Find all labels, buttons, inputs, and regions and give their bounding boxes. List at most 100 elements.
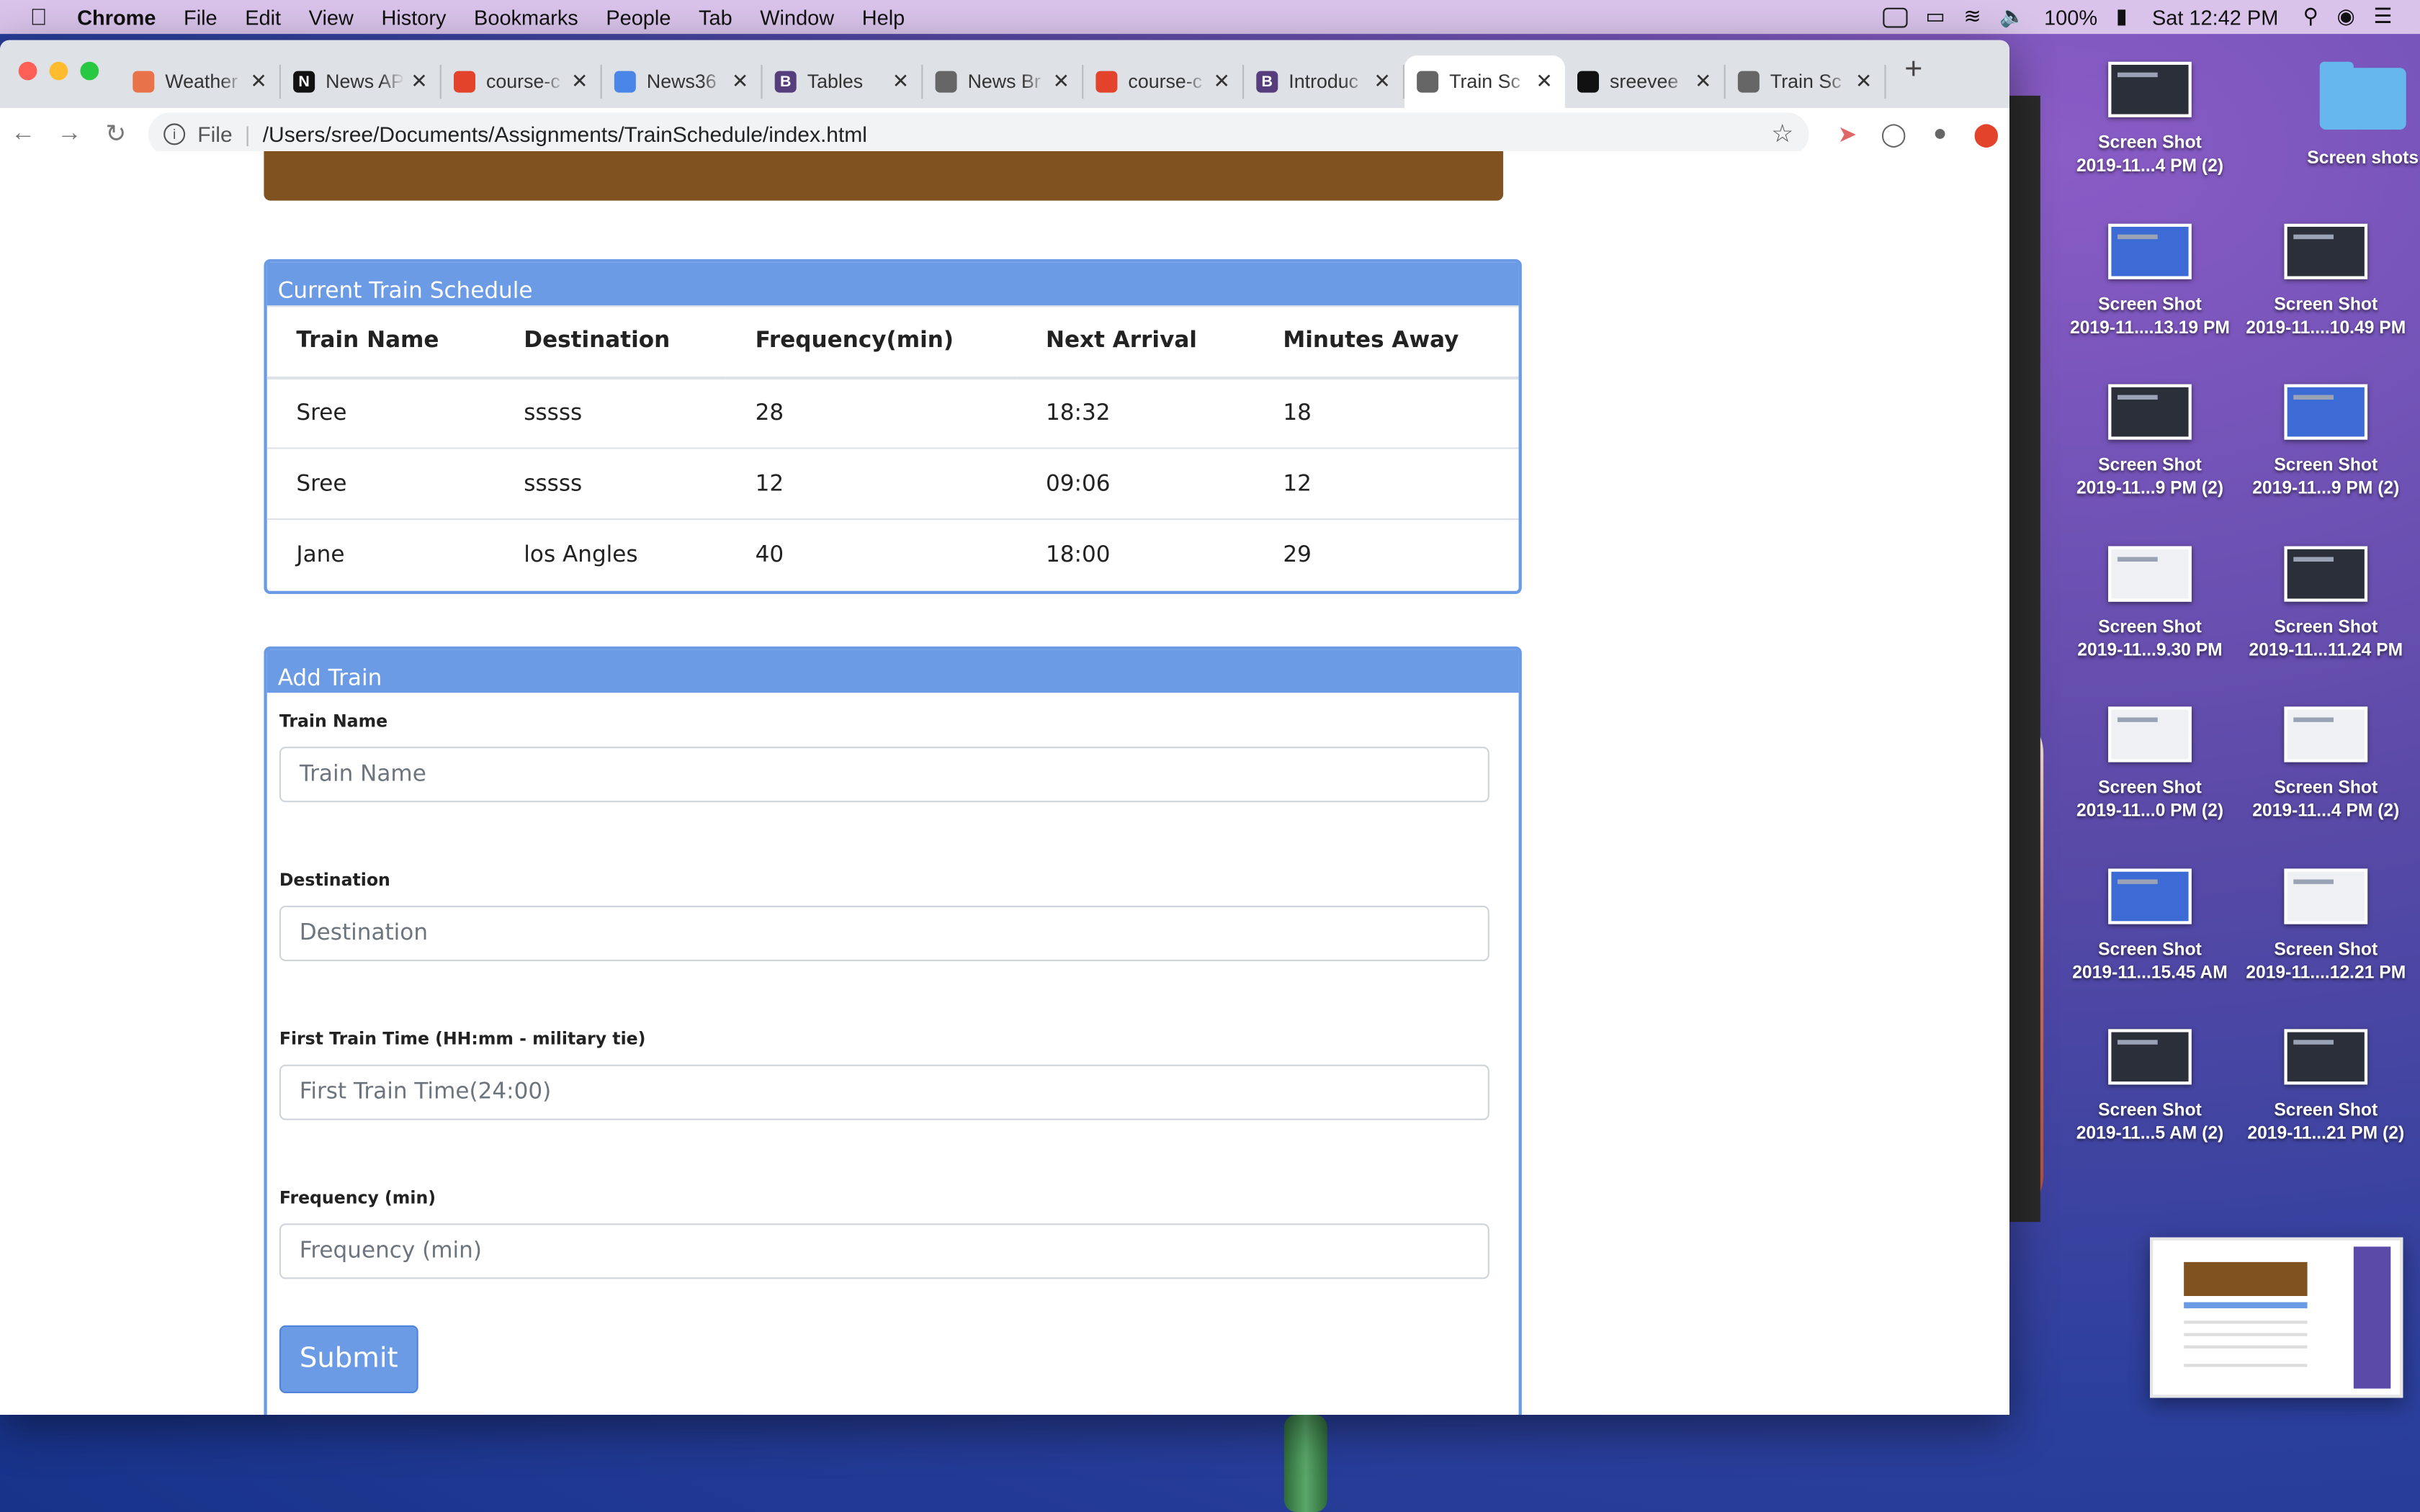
menu-window[interactable]: Window [746, 6, 848, 29]
menu-app-name[interactable]: Chrome [77, 6, 170, 29]
menu-bookmarks[interactable]: Bookmarks [460, 6, 592, 29]
browser-tab[interactable]: News Br ✕ [923, 65, 1084, 99]
close-tab-icon[interactable]: ✕ [411, 69, 427, 94]
chrome-icon [614, 71, 636, 93]
clock[interactable]: Sat 12:42 PM [2137, 6, 2294, 29]
desktop-file-icon[interactable]: Screen Shot 2019-11...9 PM (2) [2238, 384, 2414, 502]
menu-tab[interactable]: Tab [685, 6, 746, 29]
n-logo-icon: N [293, 71, 315, 93]
url-scheme: File [197, 121, 233, 146]
siri-icon[interactable]: ◉ [2328, 4, 2365, 29]
desktop-file-icon[interactable]: Screen Shot 2019-11....10.49 PM [2238, 222, 2414, 341]
update-icon[interactable]: ⬤ [1963, 120, 2009, 147]
desktop-file-icon[interactable]: Screen Shot 2019-11...4 PM (2) [2238, 706, 2414, 824]
screen-record-icon[interactable] [1882, 6, 1907, 27]
extension-share-icon[interactable]: ➤ [1824, 120, 1870, 147]
browser-tab[interactable]: News36 ✕ [602, 65, 763, 99]
battery-icon[interactable]: ▮ [2107, 4, 2137, 29]
minimize-window-button[interactable] [49, 61, 68, 81]
browser-tab[interactable]: sreevee ✕ [1565, 65, 1726, 99]
screenshot-preview-thumbnail[interactable] [2150, 1237, 2403, 1398]
desktop-file-icon[interactable]: Screen Shot 2019-11...0 PM (2) [2062, 706, 2238, 824]
desktop-file-icon[interactable]: Screen Shot 2019-11...9.30 PM [2062, 545, 2238, 663]
cell-next-arrival: 18:32 [1045, 400, 1111, 426]
extension-reader-icon[interactable]: ◯ [1870, 120, 1917, 147]
desktop-file-icon[interactable]: Screen Shot 2019-11...21 PM (2) [2238, 1029, 2414, 1146]
back-icon[interactable]: ← [0, 120, 46, 148]
col-train-name: Train Name [266, 305, 495, 379]
profile-icon[interactable]: ● [1917, 120, 1963, 146]
close-tab-icon[interactable]: ✕ [732, 69, 748, 94]
close-tab-icon[interactable]: ✕ [1213, 69, 1229, 94]
tab-title: News36 [646, 71, 717, 93]
zoom-window-button[interactable] [80, 61, 99, 81]
cell-frequency: 12 [725, 447, 1017, 520]
browser-tab[interactable]: Weather ✕ [120, 65, 281, 99]
url-text[interactable]: /Users/sree/Documents/Assignments/TrainS… [263, 121, 867, 145]
bookmark-star-icon[interactable]: ☆ [1771, 118, 1793, 149]
menu-people[interactable]: People [592, 6, 685, 29]
spotlight-icon[interactable]: ⚲ [2294, 4, 2328, 29]
forward-icon[interactable]: → [46, 120, 92, 148]
close-tab-icon[interactable]: ✕ [571, 69, 588, 94]
desktop-file-icon[interactable]: Screen Shot 2019-11...5 AM (2) [2062, 1029, 2238, 1146]
submit-button[interactable]: Submit [279, 1324, 418, 1392]
image-thumbnail-icon [2108, 61, 2192, 117]
cell-destination: sssss [524, 400, 583, 426]
browser-tab[interactable]: B Tables ✕ [763, 65, 923, 99]
close-tab-icon[interactable]: ✕ [892, 69, 909, 94]
file-name-line2: 2019-11...4 PM (2) [2076, 157, 2224, 176]
desktop-file-icon[interactable]: Screen Shot 2019-11...15.45 AM [2062, 868, 2238, 985]
menu-edit[interactable]: Edit [231, 6, 295, 29]
browser-tab[interactable]: N News AP ✕ [281, 65, 442, 99]
file-name-line2: 2019-11...4 PM (2) [2252, 802, 2400, 821]
close-tab-icon[interactable]: ✕ [1053, 69, 1070, 94]
wifi-icon[interactable]: ≋ [1955, 4, 1991, 29]
close-tab-icon[interactable]: ✕ [1855, 69, 1872, 94]
new-tab-button[interactable]: + [1904, 52, 1922, 87]
preview-table [2184, 1302, 2308, 1309]
menu-view[interactable]: View [295, 6, 367, 29]
tab-title: course-c [486, 71, 560, 93]
cell-next-arrival: 18:00 [1016, 518, 1254, 590]
browser-tab[interactable]: course-c ✕ [1083, 65, 1245, 99]
frequency-input[interactable] [279, 1223, 1489, 1279]
menu-file[interactable]: File [170, 6, 231, 29]
desktop-file-icon[interactable]: Screen Shot 2019-11...9 PM (2) [2062, 384, 2238, 502]
preview-line [2184, 1333, 2308, 1336]
volume-icon[interactable]: 🔈 [1990, 4, 2035, 29]
preview-line [2184, 1345, 2308, 1349]
reload-icon[interactable]: ↻ [93, 118, 139, 149]
desktop-file-icon[interactable]: Screen Shot 2019-11...11.24 PM [2238, 545, 2414, 663]
desktop-file-icon[interactable]: Screen Shot 2019-11...4 PM (2) [2062, 61, 2238, 179]
image-thumbnail-icon [2284, 868, 2368, 924]
info-icon[interactable]: i [163, 122, 186, 145]
browser-tab[interactable]: course-c ✕ [442, 65, 602, 99]
destination-input[interactable] [279, 905, 1489, 961]
close-tab-icon[interactable]: ✕ [1373, 69, 1390, 94]
browser-tab[interactable]: Train Sc ✕ [1726, 65, 1886, 99]
address-bar[interactable]: i File | /Users/sree/Documents/Assignmen… [148, 112, 1809, 156]
menu-help[interactable]: Help [848, 6, 918, 29]
apple-icon[interactable]:  [0, 4, 77, 30]
file-name-line1: Screen Shot [2098, 295, 2202, 315]
file-name-line2: 2019-11....13.19 PM [2070, 318, 2230, 338]
close-window-button[interactable] [18, 61, 37, 81]
browser-tab[interactable]: Train Sc ✕ [1404, 55, 1565, 108]
airplay-icon[interactable]: ▭ [1916, 4, 1954, 29]
preview-line [2184, 1320, 2308, 1324]
jumbotron-header [264, 151, 1504, 201]
close-tab-icon[interactable]: ✕ [1536, 69, 1552, 94]
file-name-line1: Screen Shot [2098, 940, 2202, 959]
browser-tab[interactable]: B Introduc ✕ [1244, 65, 1404, 99]
desktop-file-icon[interactable]: Screen Shot 2019-11....12.21 PM [2238, 868, 2414, 985]
first-train-time-input[interactable] [279, 1064, 1489, 1120]
desktop-file-icon[interactable]: Screen Shot 2019-11....13.19 PM [2062, 222, 2238, 341]
notification-center-icon[interactable]: ☰ [2365, 4, 2402, 29]
tab-title: News AP [326, 71, 404, 93]
desktop-folder[interactable]: Screen shots [2275, 61, 2420, 171]
menu-history[interactable]: History [367, 6, 460, 29]
close-tab-icon[interactable]: ✕ [250, 69, 266, 94]
train-name-input[interactable] [279, 747, 1489, 803]
close-tab-icon[interactable]: ✕ [1695, 69, 1711, 94]
